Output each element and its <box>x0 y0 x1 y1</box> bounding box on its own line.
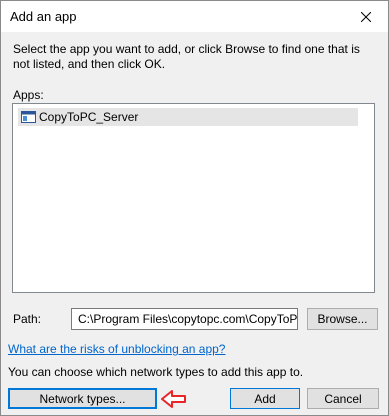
path-label: Path: <box>13 312 42 326</box>
path-field[interactable]: C:\Program Files\copytopc.com\CopyToPC_S… <box>71 308 298 330</box>
browse-button[interactable]: Browse... <box>307 308 378 330</box>
instruction-text: Select the app you want to add, or click… <box>13 42 360 71</box>
dialog-title: Add an app <box>10 9 77 24</box>
app-window-icon <box>21 111 36 123</box>
apps-list[interactable]: CopyToPC_Server <box>12 103 375 293</box>
list-item[interactable]: CopyToPC_Server <box>18 108 358 126</box>
close-button[interactable] <box>344 1 388 32</box>
network-types-button[interactable]: Network types... <box>8 388 157 409</box>
title-bar: Add an app <box>1 1 388 32</box>
close-icon <box>361 11 371 22</box>
red-arrow-icon <box>161 390 186 408</box>
network-note: You can choose which network types to ad… <box>8 365 304 379</box>
risks-link[interactable]: What are the risks of unblocking an app? <box>8 342 225 356</box>
add-app-dialog: Add an app Select the app you want to ad… <box>0 0 389 416</box>
apps-label: Apps: <box>13 88 44 102</box>
cancel-button[interactable]: Cancel <box>307 388 379 409</box>
add-button[interactable]: Add <box>230 388 300 409</box>
app-name: CopyToPC_Server <box>39 110 139 124</box>
